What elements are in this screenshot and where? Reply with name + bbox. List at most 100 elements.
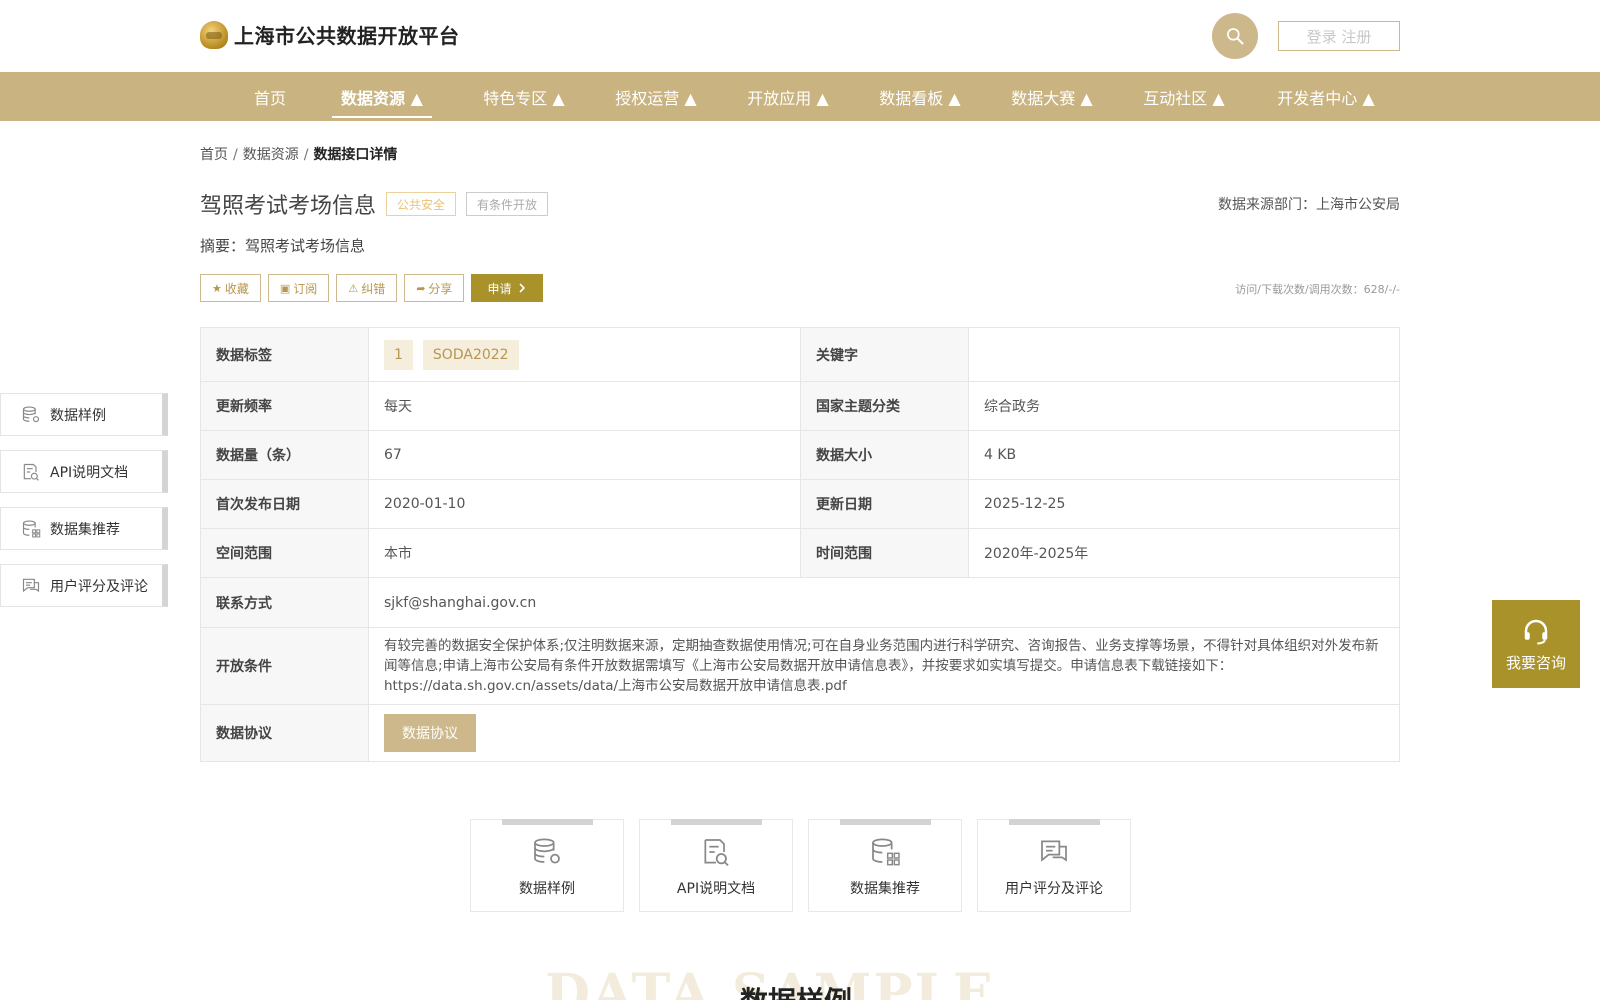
card-label: 用户评分及评论 [1005, 881, 1103, 897]
side-item-data-sample[interactable]: 数据样例 [0, 393, 168, 436]
site-logo[interactable]: 上海市公共数据开放平台 [200, 20, 460, 49]
database-grid-icon [872, 838, 900, 866]
page-title: 驾照考试考场信息 [200, 194, 377, 219]
card-label: 数据样例 [519, 881, 575, 897]
side-item-label: 用户评分及评论 [50, 578, 148, 595]
breadcrumb-current: 数据接口详情 [313, 147, 398, 163]
nav-community[interactable]: 互动社区 ▲ [1124, 72, 1244, 121]
theme-value: 综合政务 [984, 399, 1040, 415]
spatial-range-value: 本市 [369, 529, 801, 577]
card-dataset-recommend[interactable]: 数据集推荐 [808, 819, 962, 912]
share-label: 分享 [428, 281, 453, 296]
comment-icon [1041, 840, 1067, 862]
table-row: 联系方式 sjkf@shanghai.gov.cn [201, 578, 1399, 628]
star-icon: ★ [212, 281, 222, 295]
favorite-button[interactable]: ★ 收藏 [200, 274, 261, 302]
section-title: 数据样例 [740, 980, 852, 1000]
warning-icon: ⚠ [348, 281, 359, 295]
contact-value: sjkf@shanghai.gov.cn [384, 594, 537, 611]
side-item-label: 数据样例 [50, 407, 106, 424]
table-row: 首次发布日期 2020-01-10 更新日期 2025-12-25 [201, 480, 1399, 529]
update-date-value: 2025-12-25 [984, 496, 1066, 512]
favorite-label: 收藏 [224, 281, 249, 296]
time-range-label: 时间范围 [801, 529, 969, 577]
nav-authorized-ops[interactable]: 授权运营 ▲ [596, 72, 716, 121]
nav-data-resources[interactable]: 数据资源 ▲ [332, 72, 432, 121]
doc-search-icon [704, 839, 729, 866]
visit-stats: 访问/下载次数/调用次数：628/-/- [1235, 283, 1400, 296]
time-range-value: 2020年-2025年 [984, 546, 1089, 562]
nav-home[interactable]: 首页 [220, 72, 320, 121]
keyword-label: 关键字 [801, 328, 969, 381]
subscribe-button[interactable]: ▣ 订阅 [267, 274, 330, 302]
nav-developer-center[interactable]: 开发者中心 ▲ [1256, 72, 1396, 121]
keyword-value [969, 328, 1399, 381]
record-count-value: 67 [369, 431, 801, 479]
logo-emblem-icon [200, 20, 228, 49]
breadcrumb-section[interactable]: 数据资源 [243, 147, 299, 163]
side-item-label: 数据集推荐 [50, 521, 120, 538]
breadcrumb-separator: / [233, 147, 238, 163]
data-protocol-button[interactable]: 数据协议 [384, 714, 476, 752]
breadcrumb: 首页 / 数据资源 / 数据接口详情 [200, 144, 397, 164]
card-ratings[interactable]: 用户评分及评论 [977, 819, 1131, 912]
side-item-api-doc[interactable]: API说明文档 [0, 450, 168, 493]
nav-data-board[interactable]: 数据看板 ▲ [860, 72, 980, 121]
source-department: 数据来源部门：上海市公安局 [1218, 197, 1400, 213]
side-item-dataset-recommend[interactable]: 数据集推荐 [0, 507, 168, 550]
nav-data-contest[interactable]: 数据大赛 ▲ [992, 72, 1112, 121]
first-publish-value: 2020-01-10 [369, 480, 801, 528]
database-gear-icon [534, 838, 560, 864]
table-row: 数据标签 1 SODA2022 关键字 [201, 328, 1399, 382]
spatial-range-label: 空间范围 [201, 529, 369, 577]
comment-icon [22, 578, 40, 592]
contact-label: 联系方式 [201, 578, 369, 627]
consult-label: 我要咨询 [1505, 653, 1566, 672]
section-cards: 数据样例 API说明文档 数据集推荐 用户评分及评论 [470, 819, 1146, 912]
side-item-label: API说明文档 [50, 464, 129, 481]
table-row: 更新频率 每天 国家主题分类 综合政务 [201, 382, 1399, 431]
share-button[interactable]: ➦ 分享 [404, 274, 465, 302]
card-label: 数据集推荐 [850, 881, 920, 897]
tags-label: 数据标签 [201, 328, 369, 381]
category-badge: 公共安全 [386, 192, 457, 216]
side-item-ratings[interactable]: 用户评分及评论 [0, 564, 168, 607]
consult-button[interactable]: 我要咨询 [1492, 600, 1580, 688]
card-data-sample[interactable]: 数据样例 [470, 819, 624, 912]
open-condition-value: 有较完善的数据安全保护体系;仅注明数据来源，定期抽查数据使用情况;可在自身业务范… [384, 638, 1379, 694]
doc-search-icon [23, 463, 39, 481]
search-icon [1227, 28, 1244, 45]
search-button[interactable] [1212, 13, 1258, 59]
report-error-button[interactable]: ⚠ 纠错 [336, 274, 398, 302]
apply-label: 申请 [487, 281, 512, 296]
breadcrumb-separator: / [303, 147, 309, 163]
site-title: 上海市公共数据开放平台 [234, 24, 460, 48]
chevron-right-icon [519, 283, 526, 293]
tag-chip[interactable]: 1 [384, 339, 413, 370]
main-nav: 首页 数据资源 ▲ 特色专区 ▲ 授权运营 ▲ 开放应用 ▲ 数据看板 ▲ 数据… [0, 72, 1600, 121]
side-nav: 数据样例 API说明文档 数据集推荐 用户评分及评论 [0, 393, 168, 621]
table-row: 数据协议 数据协议 [201, 705, 1399, 761]
breadcrumb-home[interactable]: 首页 [200, 147, 228, 163]
database-grid-icon [22, 520, 41, 537]
record-count-label: 数据量（条） [201, 431, 369, 479]
login-register-button[interactable]: 登录 注册 [1278, 21, 1400, 51]
title-row: 驾照考试考场信息 公共安全 有条件开放 [200, 188, 549, 220]
card-api-doc[interactable]: API说明文档 [639, 819, 793, 912]
protocol-label: 数据协议 [201, 705, 369, 761]
top-header: 上海市公共数据开放平台 登录 注册 [0, 0, 1600, 72]
subscribe-label: 订阅 [293, 281, 318, 296]
first-publish-label: 首次发布日期 [201, 480, 369, 528]
data-size-label: 数据大小 [801, 431, 969, 479]
database-gear-icon [22, 406, 40, 422]
info-table: 数据标签 1 SODA2022 关键字 更新频率 每天 国家主题分类 综合政务 … [200, 327, 1400, 762]
headset-icon [1524, 619, 1548, 644]
open-condition-label: 开放条件 [201, 628, 369, 704]
nav-special-zone[interactable]: 特色专区 ▲ [464, 72, 584, 121]
table-row: 数据量（条） 67 数据大小 4 KB [201, 431, 1399, 480]
apply-button[interactable]: 申请 [471, 274, 544, 302]
theme-label: 国家主题分类 [801, 382, 969, 430]
tag-chip[interactable]: SODA2022 [422, 339, 519, 370]
nav-open-apps[interactable]: 开放应用 ▲ [728, 72, 848, 121]
tags-value: 1 SODA2022 [369, 328, 801, 381]
